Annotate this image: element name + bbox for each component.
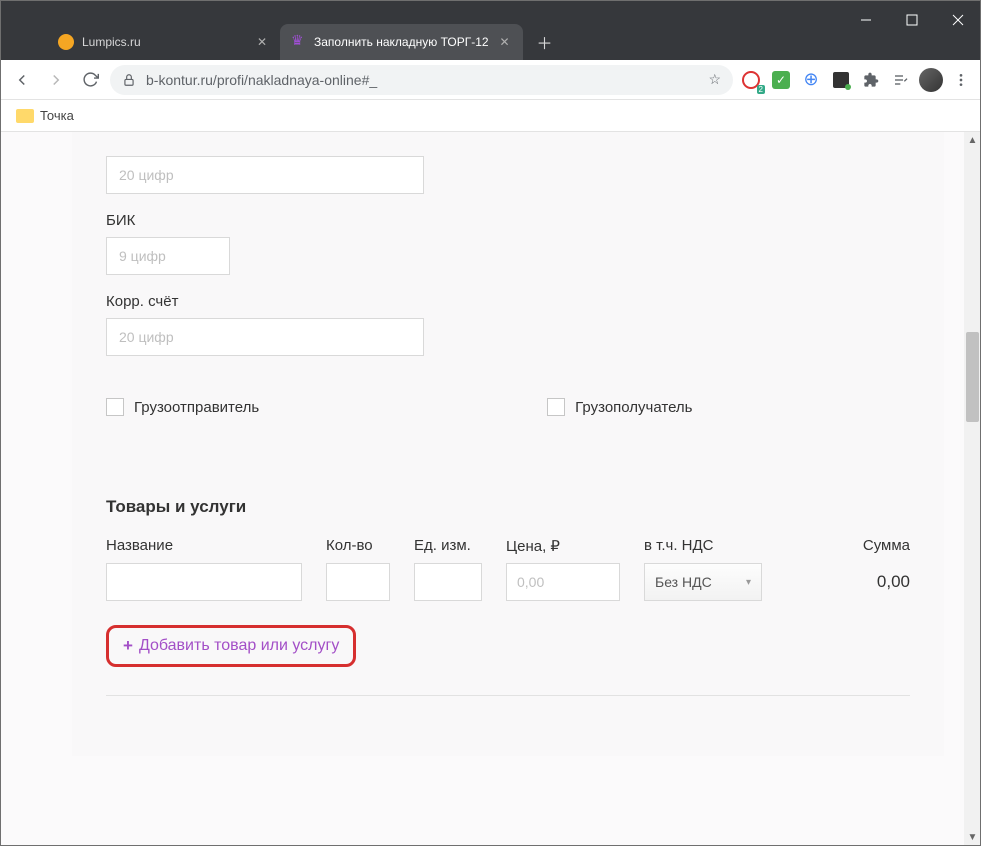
checkbox-icon (547, 398, 565, 416)
page-content: БИК Корр. счёт Грузоотправитель Грузопол… (0, 132, 964, 846)
extensions-button[interactable] (859, 68, 883, 92)
bookmark-tochka[interactable]: Точка (10, 106, 80, 125)
goods-section-title: Товары и услуги (106, 497, 910, 517)
close-icon[interactable]: ✕ (254, 34, 270, 50)
shipper-label: Грузоотправитель (134, 399, 259, 416)
vat-value: Без НДС (655, 574, 712, 590)
row-qty-input[interactable] (326, 563, 390, 601)
bookmark-label: Точка (40, 108, 74, 123)
add-item-button[interactable]: + Добавить товар или услугу (106, 625, 356, 667)
folder-icon (16, 109, 34, 123)
col-price: Цена, ₽ (506, 537, 620, 555)
col-unit: Ед. изм. (414, 537, 482, 555)
goods-header-row: Название Кол-во Ед. изм. Цена, ₽ в т.ч. … (106, 537, 910, 555)
favicon-kontur (290, 34, 306, 50)
profile-avatar[interactable] (919, 68, 943, 92)
scroll-down-icon[interactable]: ▼ (964, 829, 981, 846)
checkbox-icon (106, 398, 124, 416)
col-vat: в т.ч. НДС (644, 537, 762, 555)
row-vat-dropdown[interactable]: Без НДС (644, 563, 762, 601)
url-bar[interactable]: b-kontur.ru/profi/nakladnaya-online#_ ☆ (110, 65, 733, 95)
col-sum: Сумма (786, 537, 910, 555)
menu-button[interactable] (949, 68, 973, 92)
lock-icon (122, 73, 136, 87)
tab-kontur[interactable]: Заполнить накладную ТОРГ-12 ✕ (280, 24, 523, 60)
add-item-label: Добавить товар или услугу (139, 637, 339, 655)
divider (106, 695, 910, 696)
close-button[interactable] (935, 0, 981, 40)
goods-row: Без НДС 0,00 (106, 563, 910, 601)
new-tab-button[interactable]: ＋ (531, 28, 559, 56)
address-bar-row: b-kontur.ru/profi/nakladnaya-online#_ ☆ … (0, 60, 981, 100)
ext-check-icon[interactable]: ✓ (769, 68, 793, 92)
col-qty: Кол-во (326, 537, 390, 555)
checkbox-row: Грузоотправитель Грузополучатель (106, 398, 910, 416)
back-button[interactable] (8, 66, 36, 94)
corr-input[interactable] (106, 318, 424, 356)
corr-label: Корр. счёт (106, 293, 496, 310)
window-controls (843, 0, 981, 40)
tab-strip: Lumpics.ru ✕ Заполнить накладную ТОРГ-12… (48, 0, 559, 60)
consignee-checkbox[interactable]: Грузополучатель (547, 398, 692, 416)
row-unit-input[interactable] (414, 563, 482, 601)
plus-icon: + (123, 636, 133, 656)
favicon-lumpics (58, 34, 74, 50)
tab-label: Заполнить накладную ТОРГ-12 (314, 35, 489, 49)
tab-label: Lumpics.ru (82, 35, 246, 49)
form-card: БИК Корр. счёт Грузоотправитель Грузопол… (72, 132, 944, 756)
consignee-label: Грузополучатель (575, 399, 692, 416)
scroll-up-icon[interactable]: ▲ (964, 132, 981, 149)
vertical-scrollbar[interactable]: ▲ ▼ (964, 132, 981, 846)
url-text: b-kontur.ru/profi/nakladnaya-online#_ (146, 72, 377, 88)
row-name-input[interactable] (106, 563, 302, 601)
ext-box-icon[interactable] (829, 68, 853, 92)
page-viewport: БИК Корр. счёт Грузоотправитель Грузопол… (0, 132, 981, 846)
maximize-button[interactable] (889, 0, 935, 40)
browser-titlebar: Lumpics.ru ✕ Заполнить накладную ТОРГ-12… (0, 0, 981, 60)
row-sum-value: 0,00 (786, 572, 910, 592)
minimize-button[interactable] (843, 0, 889, 40)
bookmark-star-icon[interactable]: ☆ (708, 71, 721, 88)
tab-lumpics[interactable]: Lumpics.ru ✕ (48, 24, 280, 60)
ext-adguard-icon[interactable]: 2 (739, 68, 763, 92)
account-input[interactable] (106, 156, 424, 194)
bookmarks-bar: Точка (0, 100, 981, 132)
reload-button[interactable] (76, 66, 104, 94)
bik-label: БИК (106, 212, 496, 229)
scrollbar-thumb[interactable] (966, 332, 979, 422)
ext-globe-icon[interactable]: ⊕ (799, 68, 823, 92)
shipper-checkbox[interactable]: Грузоотправитель (106, 398, 259, 416)
bik-input[interactable] (106, 237, 230, 275)
reading-list-icon[interactable] (889, 68, 913, 92)
forward-button[interactable] (42, 66, 70, 94)
col-name: Название (106, 537, 302, 555)
close-icon[interactable]: ✕ (497, 34, 513, 50)
row-price-input[interactable] (506, 563, 620, 601)
